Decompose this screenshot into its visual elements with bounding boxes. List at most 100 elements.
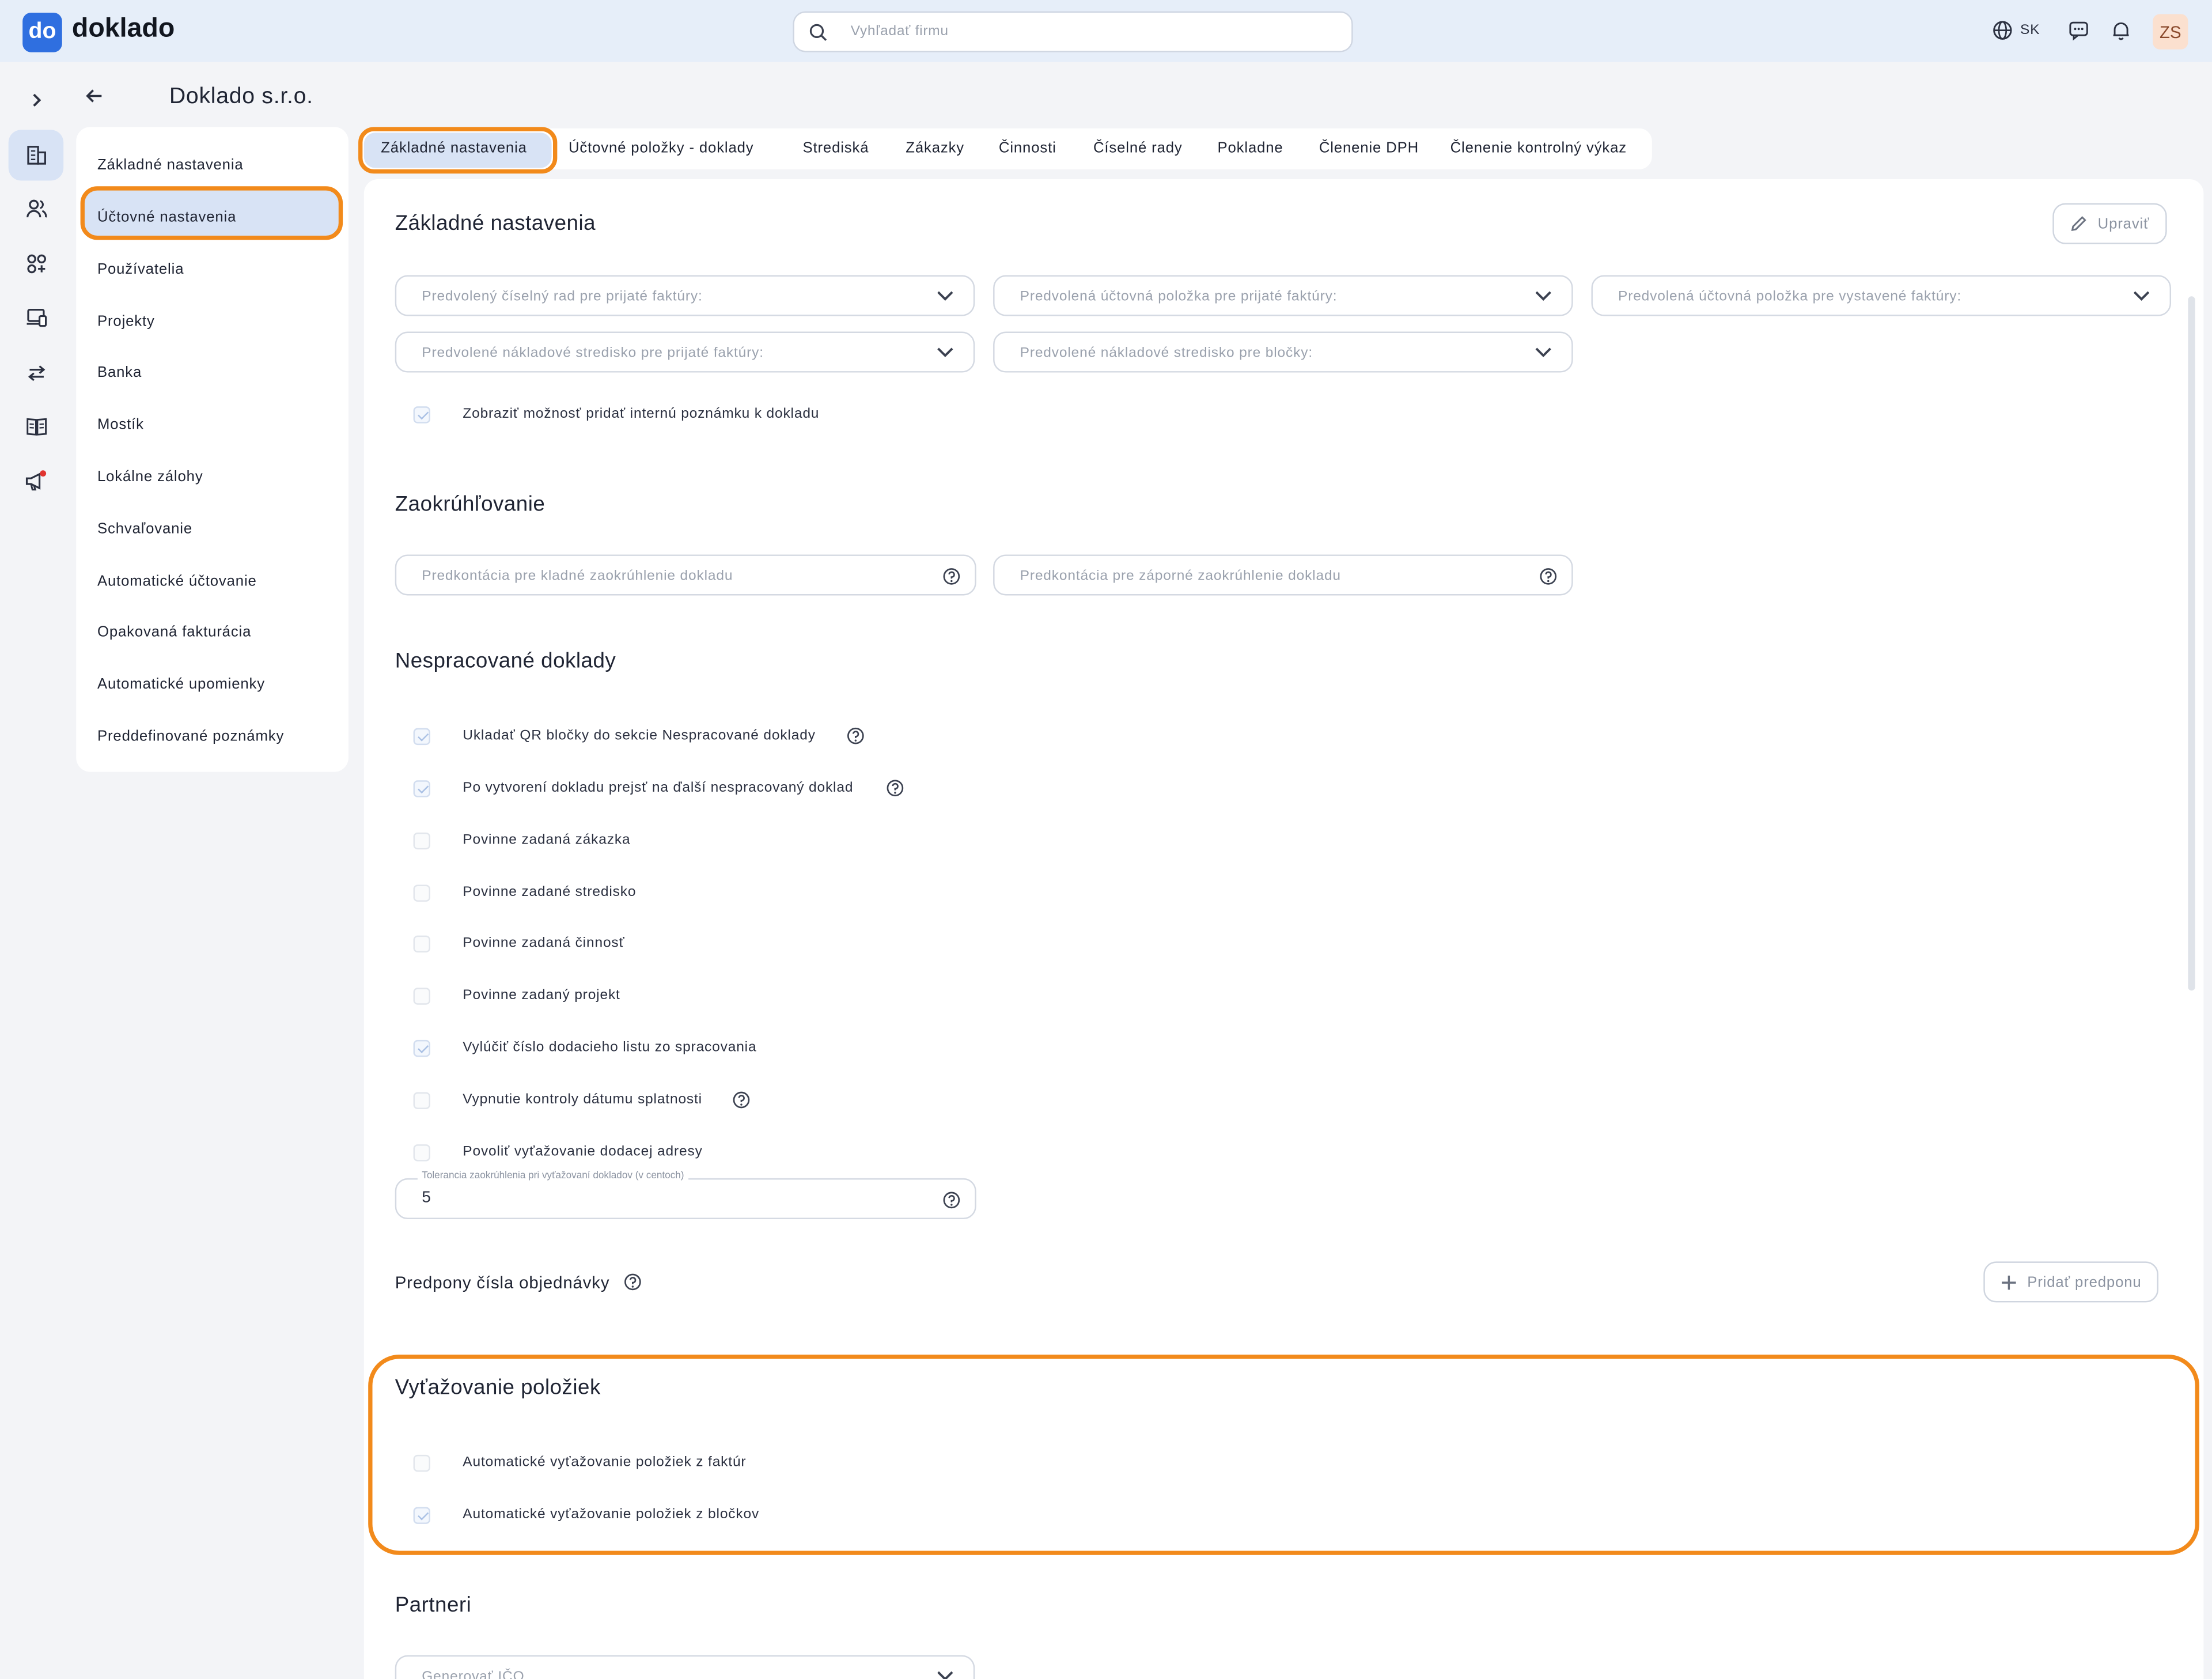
highlight-ring: [368, 1355, 2199, 1555]
tab-number-series[interactable]: Číselné rady: [1093, 139, 1183, 156]
dropdown-placeholder: Generovať IČO: [422, 1669, 525, 1679]
pencil-icon: [2071, 216, 2086, 232]
add-prefix-button[interactable]: Pridať predponu: [1983, 1261, 2158, 1303]
rail-transfers[interactable]: [9, 347, 64, 398]
bell-icon[interactable]: [2111, 20, 2132, 41]
rail-announcements[interactable]: [9, 455, 64, 505]
dropdown-placeholder: Predvolená účtovná položka pre prijaté f…: [1020, 289, 1338, 305]
help-icon[interactable]: [623, 1273, 642, 1291]
disable-due-check-checkbox[interactable]: [413, 1092, 430, 1109]
rail-apps[interactable]: [9, 239, 64, 289]
chevron-down-icon: [2133, 291, 2150, 301]
chevron-down-icon: [1535, 347, 1551, 357]
tab-cash-desks[interactable]: Pokladne: [1217, 139, 1283, 156]
tolerance-value: 5: [422, 1189, 431, 1207]
help-icon[interactable]: [846, 727, 865, 745]
required-order-checkbox[interactable]: [413, 832, 430, 850]
positive-rounding-field[interactable]: Predkontácia pre kladné zaokrúhlenie dok…: [395, 554, 976, 596]
tab-accounting-items[interactable]: Účtovné položky - doklady: [569, 139, 754, 156]
chevron-down-icon: [1535, 291, 1551, 301]
help-icon[interactable]: [1539, 567, 1558, 585]
search-placeholder: Vyhľadať firmu: [850, 24, 949, 40]
help-icon[interactable]: [732, 1091, 751, 1109]
save-qr-receipts-checkbox[interactable]: [413, 728, 430, 746]
section-title-partners: Partneri: [395, 1593, 472, 1617]
help-icon[interactable]: [942, 1191, 961, 1209]
globe-icon[interactable]: [1992, 20, 2013, 41]
tab-centers[interactable]: Strediská: [802, 139, 869, 156]
field-placeholder: Predkontácia pre kladné zaokrúhlenie dok…: [422, 568, 733, 584]
nav-item-projects[interactable]: Projekty: [97, 313, 155, 330]
checkbox-label: Vypnutie kontroly dátumu splatnosti: [463, 1092, 702, 1108]
default-cost-center-invoices-dropdown[interactable]: Predvolené nákladové stredisko pre prija…: [395, 331, 975, 373]
nav-item-bank[interactable]: Banka: [97, 364, 142, 381]
checkbox-label: Zobraziť možnosť pridať internú poznámku…: [463, 406, 820, 422]
default-issued-item-dropdown[interactable]: Predvolená účtovná položka pre vystavené…: [1591, 275, 2172, 316]
nav-item-reminders[interactable]: Automatické upomienky: [97, 676, 265, 693]
next-unprocessed-checkbox[interactable]: [413, 780, 430, 797]
checkbox-label: Povinne zadaná zákazka: [463, 832, 631, 848]
delivery-address-checkbox[interactable]: [413, 1144, 430, 1162]
nav-item-users[interactable]: Používatelia: [97, 261, 184, 278]
rail-users[interactable]: [9, 183, 64, 234]
checkbox-label: Povinne zadaný projekt: [463, 988, 620, 1004]
section-title-basic: Základné nastavenia: [395, 211, 596, 236]
checkbox-label: Povoliť vyťažovanie dodacej adresy: [463, 1144, 703, 1160]
plus-icon: [2002, 1275, 2016, 1289]
avatar[interactable]: ZS: [2153, 14, 2188, 50]
edit-button-label: Upraviť: [2097, 215, 2150, 232]
nav-item-accounting[interactable]: Účtovné nastavenia: [97, 209, 236, 225]
nav-item-backups[interactable]: Lokálne zálohy: [97, 468, 203, 485]
dropdown-placeholder: Predvolená účtovná položka pre vystavené…: [1618, 289, 1962, 305]
tab-basic[interactable]: Základné nastavenia: [381, 139, 527, 156]
brand-name: doklado: [71, 14, 175, 44]
dropdown-placeholder: Predvolené nákladové stredisko pre prija…: [422, 346, 764, 361]
checkbox-label: Po vytvorení dokladu prejsť na ďalší nes…: [463, 780, 854, 796]
nav-item-approval[interactable]: Schvaľovanie: [97, 521, 192, 538]
default-cost-center-receipts-dropdown[interactable]: Predvolené nákladové stredisko pre bločk…: [993, 331, 1573, 373]
checkbox-label: Povinne zadaná činnosť: [463, 935, 625, 951]
required-activity-checkbox[interactable]: [413, 935, 430, 953]
default-number-series-dropdown[interactable]: Predvolený číselný rad pre prijaté faktú…: [395, 275, 975, 316]
tolerance-field[interactable]: Tolerancia zaokrúhlenia pri vyťažovaní d…: [395, 1171, 976, 1219]
language-selector[interactable]: SK: [2020, 22, 2040, 38]
scrollbar[interactable]: [2188, 296, 2195, 991]
required-project-checkbox[interactable]: [413, 988, 430, 1005]
rail-company[interactable]: [8, 130, 64, 181]
help-icon[interactable]: [942, 567, 961, 585]
search-input[interactable]: Vyhľadať firmu: [793, 11, 1353, 52]
page-title: Doklado s.r.o.: [169, 84, 313, 109]
nav-item-auto-accounting[interactable]: Automatické účtovanie: [97, 573, 257, 589]
nav-item-bridge[interactable]: Mostík: [97, 416, 144, 433]
nav-item-basic[interactable]: Základné nastavenia: [97, 157, 244, 173]
tab-control-statement[interactable]: Členenie kontrolný výkaz: [1450, 139, 1627, 156]
default-received-item-dropdown[interactable]: Predvolená účtovná položka pre prijaté f…: [993, 275, 1573, 316]
tab-activities[interactable]: Činnosti: [999, 139, 1056, 156]
rail-books[interactable]: [9, 401, 64, 452]
tab-vat[interactable]: Členenie DPH: [1319, 139, 1419, 156]
expand-rail-button[interactable]: [9, 75, 64, 126]
chat-icon[interactable]: [2068, 20, 2089, 41]
nav-item-notes[interactable]: Preddefinované poznámky: [97, 728, 284, 745]
checkbox-label: Vylúčiť číslo dodacieho listu zo spracov…: [463, 1039, 757, 1056]
apps-icon: [26, 254, 46, 274]
required-center-checkbox[interactable]: [413, 884, 430, 902]
chevron-right-icon: [32, 93, 41, 107]
chevron-down-icon: [937, 291, 953, 301]
negative-rounding-field[interactable]: Predkontácia pre záporné zaokrúhlenie do…: [993, 554, 1573, 596]
internal-note-checkbox[interactable]: [413, 406, 430, 423]
add-prefix-label: Pridať predponu: [2027, 1273, 2142, 1291]
section-title-rounding: Zaokrúhľovanie: [395, 492, 546, 517]
tab-orders[interactable]: Zákazky: [906, 139, 964, 156]
dropdown-placeholder: Predvolené nákladové stredisko pre bločk…: [1020, 346, 1313, 361]
edit-button[interactable]: Upraviť: [2052, 203, 2167, 244]
arrow-left-icon[interactable]: [85, 86, 104, 105]
rail-devices[interactable]: [9, 292, 64, 343]
transfer-icon: [27, 365, 45, 381]
section-title-unprocessed: Nespracované doklady: [395, 649, 616, 674]
nav-item-recurring[interactable]: Opakovaná fakturácia: [97, 623, 251, 640]
exclude-delivery-note-checkbox[interactable]: [413, 1039, 430, 1057]
logo-badge[interactable]: do: [22, 13, 62, 52]
generate-ico-dropdown[interactable]: Generovať IČO: [395, 1655, 975, 1679]
help-icon[interactable]: [886, 779, 904, 797]
